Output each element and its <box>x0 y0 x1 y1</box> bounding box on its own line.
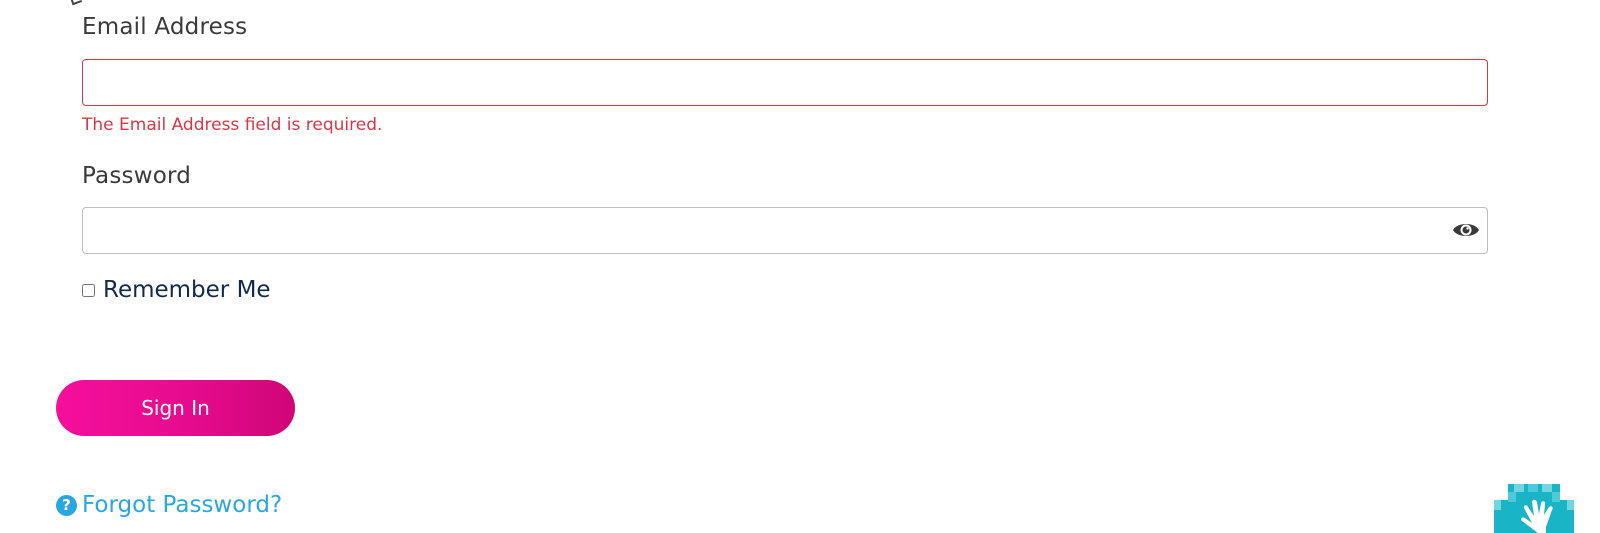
email-label: Email Address <box>82 14 248 40</box>
question-circle-icon: ? <box>56 494 77 516</box>
email-error-message: The Email Address field is required. <box>82 115 383 135</box>
hand-icon[interactable] <box>1494 484 1574 533</box>
email-field[interactable] <box>82 59 1488 106</box>
forgot-password-label: Forgot Password? <box>82 492 283 518</box>
password-field[interactable] <box>82 207 1488 254</box>
remember-me-label: Remember Me <box>103 277 271 303</box>
sign-in-form: Email Address The Email Address field is… <box>0 0 1600 533</box>
password-label: Password <box>82 163 192 189</box>
back-chevron-icon <box>67 0 83 6</box>
forgot-password-link[interactable]: ? Forgot Password? <box>56 492 282 518</box>
sign-in-button[interactable]: Sign In <box>56 380 295 436</box>
remember-me-row: Remember Me <box>82 277 271 303</box>
remember-me-checkbox[interactable] <box>82 283 95 297</box>
eye-icon[interactable] <box>1452 219 1480 241</box>
